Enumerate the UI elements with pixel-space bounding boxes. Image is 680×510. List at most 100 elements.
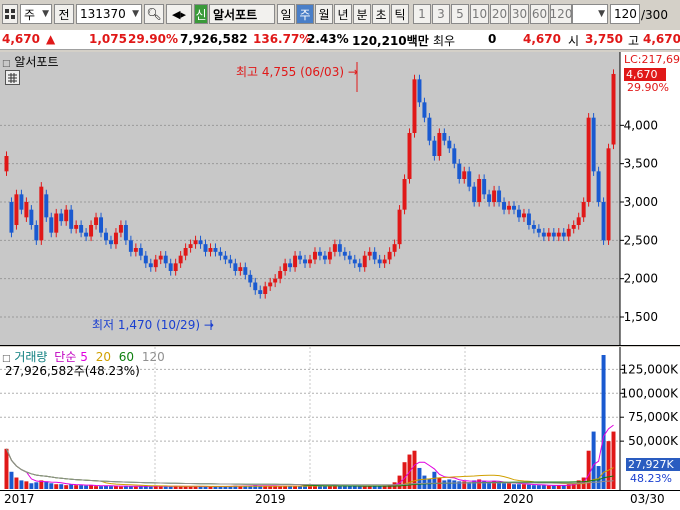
period-button[interactable]: 전 [54,4,74,24]
market-select[interactable]: 주 ▼ [20,4,52,24]
change-amount: 1,075 [89,32,127,46]
high-label: 고 [628,34,640,48]
volume-bar [606,441,611,489]
speaker-icon: ◀▸ [172,7,186,21]
candle-body [223,255,228,260]
volume-bar [148,486,153,489]
candle-body [377,259,382,264]
high-annotation-text: 최고 4,755 (06/03) [236,65,345,79]
interval-tab-2[interactable]: 월 [315,4,333,24]
grid-menu-icon[interactable] [2,4,18,24]
candle-body [536,228,541,233]
volume-bar [89,485,94,489]
change-rate: 29.90% [128,32,178,46]
multiplier-tab-30[interactable]: 30 [510,4,529,24]
candle-body [576,217,581,225]
candle-body [54,213,59,233]
volume-bar [34,482,39,489]
candle-body [412,79,417,133]
volume-bar [79,485,84,489]
candle-body [278,271,283,279]
code-input[interactable]: 131370 ▼ [76,4,142,24]
volume: 7,926,582 [180,32,248,46]
candle-body [168,263,173,271]
candle-body [113,232,118,245]
volume-bar [118,486,123,489]
volume-bar [536,485,541,489]
volume-bar [507,483,512,489]
volume-bar [322,486,327,489]
open-label: 시 [568,34,580,48]
candle-body [556,232,561,237]
candle-body [507,205,512,210]
interval-tab-3[interactable]: 년 [334,4,352,24]
volume-bar [442,480,447,489]
candle-body [14,194,19,225]
candle-body [148,263,153,268]
volume-bar [74,485,79,489]
candle-body [123,225,128,241]
interval-tab-1[interactable]: 주 [296,4,314,24]
candle-body [342,251,347,256]
volume-info: 27,926,582주(48.23%) [5,364,140,378]
volume-bar [59,484,64,489]
interval-tab-5[interactable]: 초 [372,4,390,24]
candle-body [482,179,487,195]
candle-body [601,202,606,241]
trade-amount: 120,210백만 [352,34,429,48]
multiplier-tab-120[interactable]: 120 [550,4,572,24]
multiplier-tab-5[interactable]: 5 [451,4,469,24]
candle-body [541,232,546,237]
interval-tab-6[interactable]: 틱 [391,4,409,24]
interval-tab-0[interactable]: 일 [277,4,295,24]
volume-bar [19,480,24,489]
price-tick-label: 4,000 [624,118,658,132]
candle-body [332,244,337,252]
multiplier-tab-10[interactable]: 10 [470,4,489,24]
scroll-slider[interactable]: ▼ [572,4,608,24]
code-value: 131370 [80,7,126,21]
candle-body [233,263,238,271]
multiplier-tab-20[interactable]: 20 [490,4,509,24]
sound-button[interactable]: ◀▸ [166,4,192,24]
volume-bar [551,485,556,489]
candle-body [118,225,123,233]
price-chart[interactable]: 4,000 3,500 3,000 2,500 2,000 1,500 [0,52,680,346]
multiplier-tab-60[interactable]: 60 [530,4,549,24]
candle-body [477,179,482,202]
multiplier-tab-3[interactable]: 3 [432,4,450,24]
candle-body [317,251,322,256]
multiplier-tab-1[interactable]: 1 [413,4,431,24]
volume-bar [99,486,104,489]
candle-body [312,251,317,260]
count-input[interactable]: 120 [610,4,640,24]
volume-bar [327,486,332,489]
candle-body [352,259,357,264]
x-label-2020: 2020 [503,492,534,506]
candle-body [293,255,298,268]
search-button[interactable]: 🔍︎ [144,4,164,24]
candle-body [138,248,143,256]
volume-tick-label: 100,000K [621,386,680,400]
candle-body [526,213,531,225]
candle-body [173,263,178,271]
candle-body [19,194,24,210]
count-total: /300 [641,8,668,22]
choi-label: 최우 [433,34,456,48]
table-icon[interactable] [5,70,20,85]
candle-body [104,232,108,241]
candle-body [566,228,571,237]
low-annotation: 최저 1,470 (10/29) → [92,318,214,332]
volume-bar [188,486,193,489]
ma-120: 120 [141,350,165,364]
candle-body [402,179,407,210]
candle-body [99,217,104,233]
up-arrow-icon: ▲ [46,32,56,46]
interval-tab-4[interactable]: 분 [353,4,371,24]
last-volume-rate: 48.23% [630,472,672,485]
candle-body [128,240,133,252]
candle-body [34,225,39,241]
volume-bar [516,484,521,489]
last-rate-tag: 29.90% [627,81,669,94]
candle-body [611,73,616,145]
